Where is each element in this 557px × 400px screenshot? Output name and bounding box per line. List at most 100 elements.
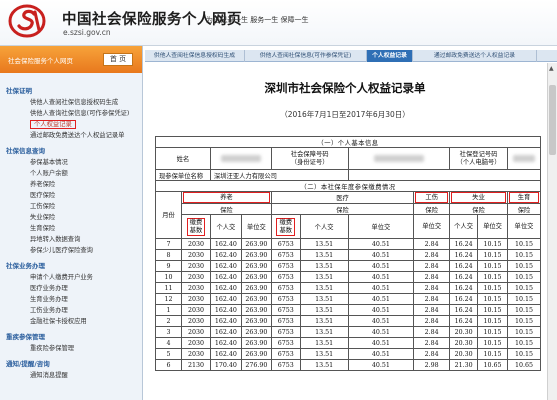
- table-cell: 10.15: [506, 326, 542, 338]
- table-cell: 40.51: [347, 238, 415, 250]
- employer-label: 现参保单位名称: [155, 169, 211, 181]
- sidebar-item[interactable]: 金融社保卡授权应用: [0, 316, 142, 327]
- vertical-scrollbar[interactable]: ▲: [547, 63, 557, 400]
- sidebar-item[interactable]: 医疗保险: [0, 190, 142, 201]
- section-basic-info: （一）个人基本信息: [155, 136, 541, 148]
- maternity-insurance-label: 保险: [506, 203, 542, 215]
- table-cell: 40.51: [347, 249, 415, 261]
- table-cell: 263.90: [240, 238, 272, 250]
- sidebar-item[interactable]: 生育保险: [0, 223, 142, 234]
- table-cell: 2030: [180, 260, 211, 272]
- pension-insurance-label: 保险: [180, 203, 272, 215]
- unemployment-personal-header: 个人交: [449, 214, 479, 239]
- si-number-value: [347, 147, 451, 170]
- table-cell: 2.84: [413, 282, 451, 294]
- table-cell: 263.90: [240, 271, 272, 283]
- sidebar-item[interactable]: 参保少儿医疗保险查询: [0, 245, 142, 256]
- table-cell: 10.15: [506, 348, 542, 360]
- table-cell: 40.51: [347, 293, 415, 305]
- unemployment-header: 失业: [449, 191, 508, 204]
- computer-number-value: [506, 147, 542, 170]
- tab-2[interactable]: 个人权益记录: [367, 50, 413, 62]
- table-cell: 16.24: [449, 282, 479, 294]
- home-button[interactable]: 首 页: [103, 53, 133, 66]
- sidebar-item[interactable]: 养老保险: [0, 179, 142, 190]
- table-cell: 10.15: [506, 293, 542, 305]
- rights-record-table: （一）个人基本信息 姓名 社会保障号码 （身份证号） 社保登记号码 （个人电脑号…: [155, 136, 542, 371]
- sidebar-item[interactable]: 供他人查询社保信息(可作参保凭证): [0, 108, 142, 119]
- sidebar-group-title[interactable]: 社保业务办理: [0, 260, 142, 272]
- table-cell: 162.40: [209, 249, 242, 261]
- sidebar-item[interactable]: 异地转入数据查询: [0, 234, 142, 245]
- table-cell: 16.24: [449, 260, 479, 272]
- table-row: 4 2030 162.40 263.90 6753 13.51 40.51 2.84 20.30…: [155, 337, 542, 349]
- scroll-up-arrow-icon[interactable]: ▲: [549, 65, 554, 72]
- sidebar-item[interactable]: 生育业务办理: [0, 294, 142, 305]
- tab-1[interactable]: 供他人查阅社保信息(可作参保凭证): [245, 50, 367, 62]
- table-cell: 13.51: [299, 260, 349, 272]
- table-cell: 6753: [270, 326, 301, 338]
- sidebar-item[interactable]: 参保基本情况: [0, 157, 142, 168]
- injury-header: 工伤: [413, 191, 451, 204]
- table-cell: 10.15: [506, 315, 542, 327]
- sidebar-item[interactable]: 申请个人缴费开户业务: [0, 272, 142, 283]
- tab-0[interactable]: 供他人查阅社保信息授权码生成: [145, 50, 245, 62]
- table-cell: 2.84: [413, 348, 451, 360]
- table-cell: 162.40: [209, 326, 242, 338]
- sidebar-item[interactable]: 通过邮政免费送达个人权益记录单: [0, 130, 142, 141]
- sidebar-group-title[interactable]: 通知/提醒/咨询: [0, 358, 142, 370]
- table-cell: 16.24: [449, 271, 479, 283]
- month-header: 月份: [155, 191, 182, 239]
- table-cell: 2130: [180, 359, 211, 371]
- social-security-logo-icon[interactable]: [8, 4, 48, 38]
- table-cell: 13.51: [299, 337, 349, 349]
- sidebar-group-title[interactable]: 重疾参保管理: [0, 331, 142, 343]
- table-cell: 263.90: [240, 260, 272, 272]
- table-cell: 2030: [180, 348, 211, 360]
- table-cell: 6753: [270, 282, 301, 294]
- sidebar-item[interactable]: 个人账户余额: [0, 168, 142, 179]
- table-cell: 162.40: [209, 238, 242, 250]
- table-cell: 10.15: [477, 282, 508, 294]
- sidebar-item[interactable]: 医疗业务办理: [0, 283, 142, 294]
- sidebar-item[interactable]: 重疾险参保管理: [0, 343, 142, 354]
- computer-number-label: 社保登记号码 （个人电脑号）: [449, 147, 508, 170]
- table-cell: 10.15: [506, 271, 542, 283]
- sidebar-item[interactable]: 工伤业务办理: [0, 305, 142, 316]
- table-cell: 8: [155, 249, 182, 261]
- table-cell: 13.51: [299, 359, 349, 371]
- sidebar-item[interactable]: 供他人查阅社保信息授权码生成: [0, 97, 142, 108]
- table-cell: 10.15: [477, 238, 508, 250]
- unemployment-employer-header: 单位交: [477, 214, 508, 239]
- table-cell: 10.15: [477, 315, 508, 327]
- table-cell: 263.90: [240, 315, 272, 327]
- sidebar-item[interactable]: 失业保险: [0, 212, 142, 223]
- scroll-thumb[interactable]: [549, 85, 556, 155]
- table-cell: 13.51: [299, 315, 349, 327]
- table-cell: 40.51: [347, 282, 415, 294]
- table-cell: 40.51: [347, 348, 415, 360]
- table-cell: 10.65: [506, 359, 542, 371]
- medical-base-header: 缴费 基数: [270, 214, 301, 239]
- table-cell: 20.30: [449, 337, 479, 349]
- table-cell: 13.51: [299, 282, 349, 294]
- table-row: 8 2030 162.40 263.90 6753 13.51 40.51 2.84 16.24…: [155, 249, 542, 261]
- table-cell: 2.84: [413, 271, 451, 283]
- table-cell: 6753: [270, 315, 301, 327]
- sidebar-item[interactable]: 工伤保险: [0, 201, 142, 212]
- table-cell: 162.40: [209, 260, 242, 272]
- document-period: （2016年7月1日至2017年6月30日）: [280, 110, 410, 119]
- table-row: 6 2130 170.40 276.90 6753 13.51 40.51 2.98 21.30…: [155, 359, 542, 371]
- table-cell: 6753: [270, 304, 301, 316]
- table-row: 2 2030 162.40 263.90 6753 13.51 40.51 2.84 16.24…: [155, 315, 542, 327]
- sidebar-group-title[interactable]: 社保证明: [0, 85, 142, 97]
- sidebar-item[interactable]: 个人权益记录: [0, 119, 142, 130]
- table-cell: 263.90: [240, 293, 272, 305]
- table-cell: 162.40: [209, 282, 242, 294]
- sidebar-item[interactable]: 通知消息提醒: [0, 370, 142, 381]
- pension-base-header: 缴费 基数: [180, 214, 211, 239]
- tab-3[interactable]: 通过邮政免费送达个人权益记录: [413, 50, 537, 62]
- sidebar-group-title[interactable]: 社保信息查询: [0, 145, 142, 157]
- site-url: e.szsi.gov.cn: [63, 28, 111, 37]
- table-cell: 162.40: [209, 337, 242, 349]
